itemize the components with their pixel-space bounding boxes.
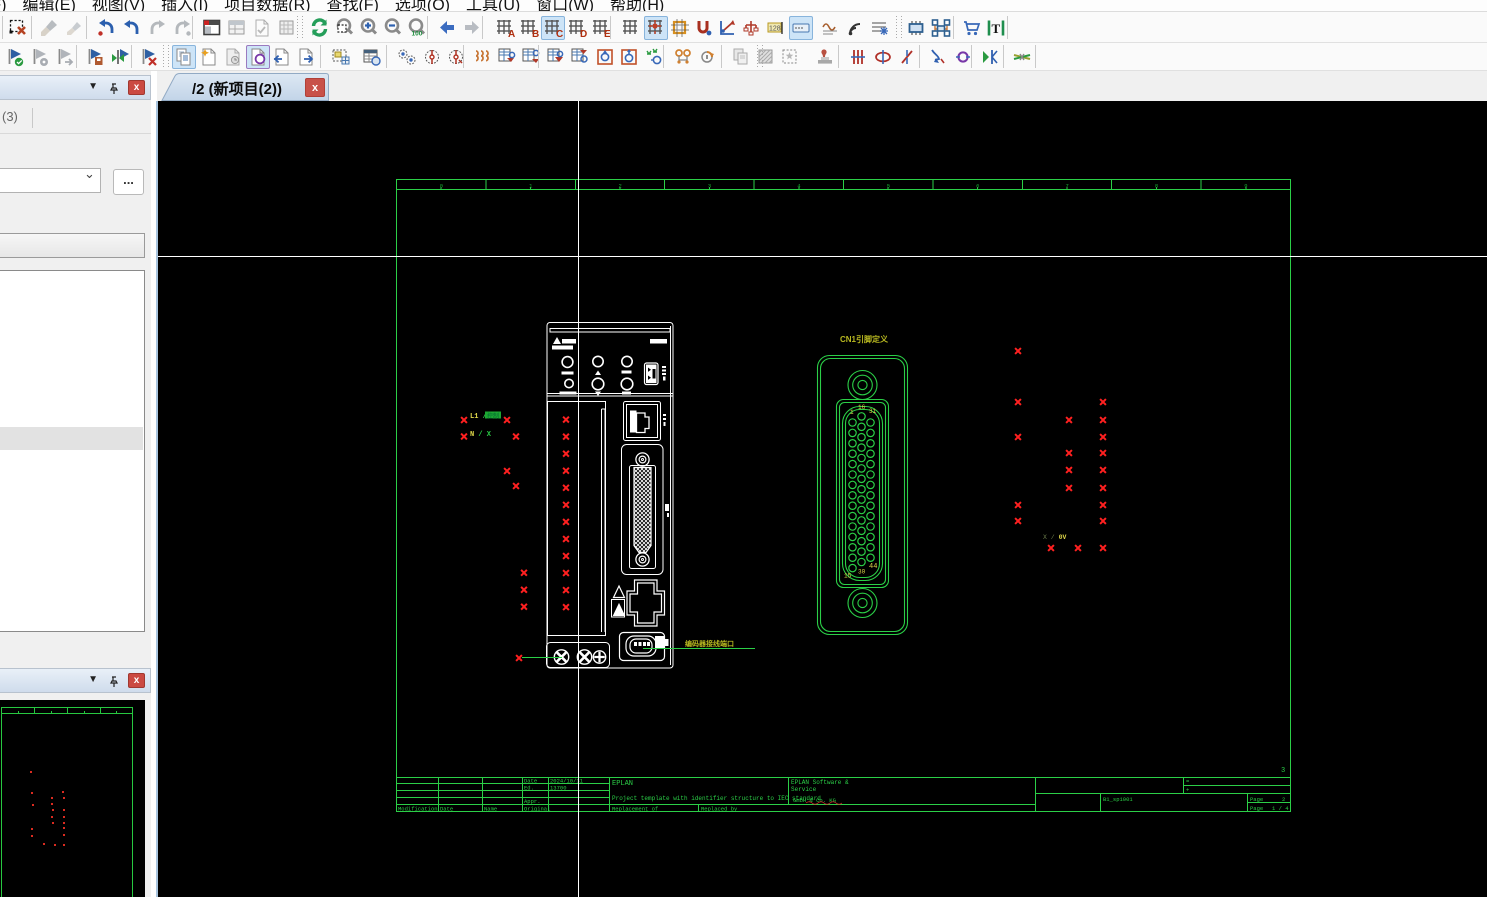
svg-text:8: 8 xyxy=(1155,183,1158,190)
svg-text:30: 30 xyxy=(858,569,866,576)
svg-text:15: 15 xyxy=(844,573,852,580)
svg-text:+: + xyxy=(1186,787,1189,794)
svg-text:6: 6 xyxy=(976,183,979,190)
svg-text:T: T xyxy=(992,21,1001,36)
svg-text:Date: Date xyxy=(524,778,537,785)
svg-text:D: D xyxy=(580,29,587,38)
svg-text:1 / 4: 1 / 4 xyxy=(1272,805,1289,812)
svg-text:B: B xyxy=(532,29,539,38)
svg-text:Replacement of: Replacement of xyxy=(612,806,658,813)
svg-text:2: 2 xyxy=(619,183,622,190)
svg-text:3: 3 xyxy=(1281,767,1285,775)
svg-text:Date: Date xyxy=(440,806,453,813)
svg-text:5: 5 xyxy=(887,183,890,190)
svg-text:CN1引脚定义: CN1引脚定义 xyxy=(840,334,889,344)
svg-text:13700: 13700 xyxy=(550,785,567,792)
svg-text:=: = xyxy=(1186,778,1189,785)
svg-text:C: C xyxy=(556,29,563,38)
svg-text:3: 3 xyxy=(708,183,711,190)
svg-text:100: 100 xyxy=(412,31,423,38)
svg-text:EPLAN: EPLAN xyxy=(612,780,633,788)
svg-text:2: 2 xyxy=(1282,796,1285,803)
svg-text:Project template with identifi: Project template with identifier structu… xyxy=(612,795,821,802)
svg-text:Name: Name xyxy=(484,806,497,813)
svg-text:Service: Service xyxy=(791,786,817,793)
svg-text:N / X: N / X xyxy=(470,431,492,439)
svg-text:1: 1 xyxy=(529,183,533,190)
svg-text:1: 1 xyxy=(850,409,854,416)
svg-text:128: 128 xyxy=(769,26,781,33)
svg-text:B1_sp1001: B1_sp1001 xyxy=(1103,796,1133,803)
svg-text:A: A xyxy=(508,29,515,38)
svg-text:L1 /: L1 / xyxy=(470,413,487,421)
svg-text:Page: Page xyxy=(1250,805,1263,812)
svg-text:EPLAN Software &: EPLAN Software & xyxy=(791,779,849,786)
svg-text:X / 0V: X / 0V xyxy=(1043,534,1067,541)
svg-text:控制: 控制 xyxy=(487,412,499,420)
svg-text:4: 4 xyxy=(797,183,801,190)
svg-text:编码器接线端口: 编码器接线端口 xyxy=(685,639,734,648)
svg-text:Replaced by: Replaced by xyxy=(701,806,738,813)
svg-text:16: 16 xyxy=(858,404,866,411)
svg-text:Appr.: Appr. xyxy=(524,798,541,805)
svg-text:9: 9 xyxy=(1244,183,1247,190)
svg-text:Original: Original xyxy=(524,806,550,813)
svg-text:Modification: Modification xyxy=(398,806,438,813)
svg-text:7: 7 xyxy=(1066,183,1069,190)
svg-text:Ed.: Ed. xyxy=(524,785,534,792)
svg-text:44: 44 xyxy=(869,563,877,571)
svg-text:0: 0 xyxy=(440,183,443,190)
svg-text:Page: Page xyxy=(1250,796,1263,803)
svg-text:31: 31 xyxy=(869,408,877,415)
